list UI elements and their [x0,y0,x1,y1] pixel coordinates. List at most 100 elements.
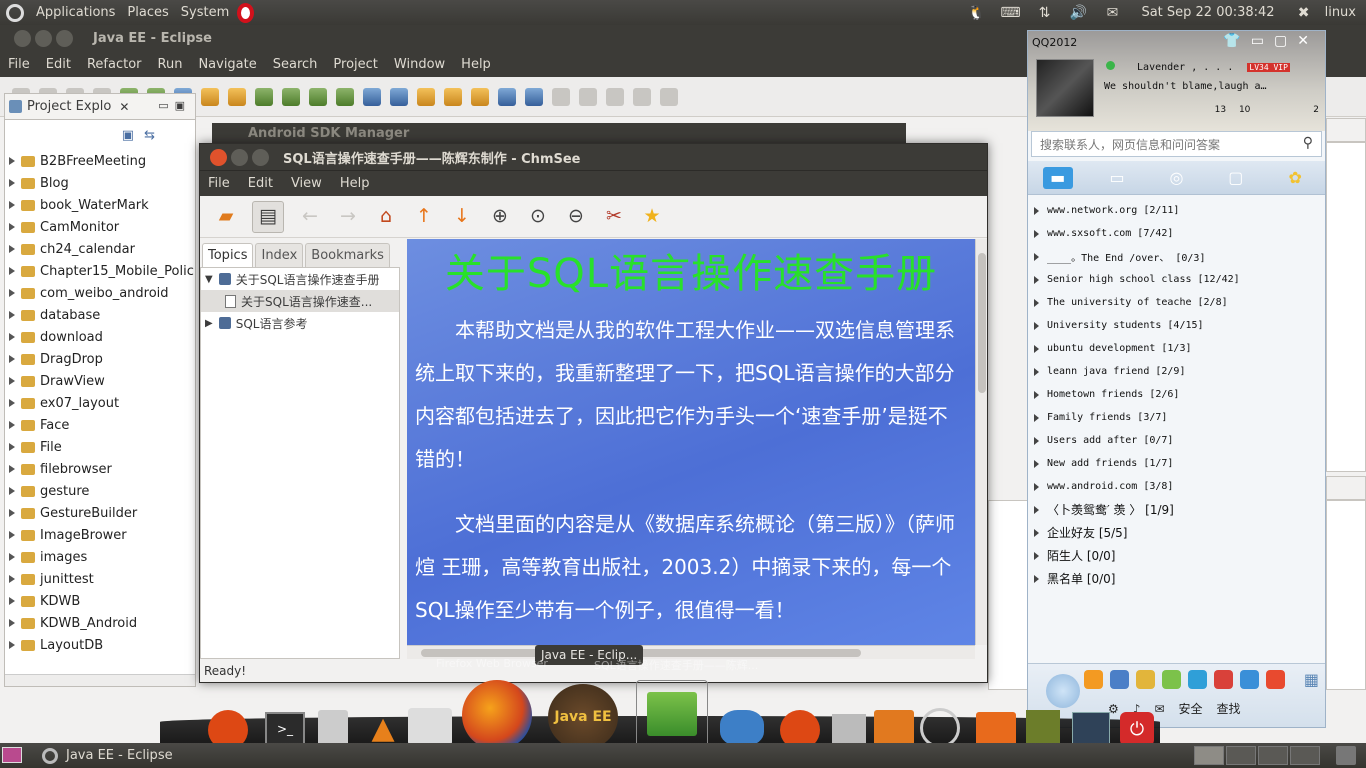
user-name[interactable]: linux [1321,5,1366,20]
expand-arrow-icon[interactable] [9,355,15,363]
expand-arrow-icon[interactable] [9,311,15,319]
run-icon[interactable] [309,87,327,106]
expander-closed-icon[interactable]: ▶ [205,318,213,329]
expand-arrow-icon[interactable] [1034,551,1039,560]
firefox-icon[interactable] [462,680,532,750]
expand-arrow-icon[interactable] [1034,505,1039,514]
qq-window-controls[interactable]: 👕▭▢✕ [1223,33,1319,49]
expand-arrow-icon[interactable] [9,289,15,297]
menu-system[interactable]: System [175,5,235,20]
keyboard-icon[interactable]: ⌨ [993,5,1027,21]
home-icon[interactable]: ⌂ [374,206,398,228]
app-icon[interactable] [1214,670,1233,689]
mail-icon[interactable]: ✉ [1095,5,1129,21]
eclipse-minimize-button[interactable] [35,29,52,47]
photo-icon[interactable] [1026,710,1060,746]
tree-item-selected[interactable]: 关于SQL语言操作速查... [201,290,399,312]
new-project-icon[interactable] [201,87,219,106]
contact-group[interactable]: 企业好友 [5/5] [1028,521,1325,544]
project-tree-item[interactable]: images [5,546,195,568]
chmsee-menu-help[interactable]: Help [332,176,380,191]
eclipse-menu-edit[interactable]: Edit [38,57,79,72]
chmsee-menu-view[interactable]: View [283,176,332,191]
project-tree-item[interactable]: DrawView [5,370,195,392]
expand-arrow-icon[interactable] [1034,482,1039,491]
power-user-icon[interactable]: ✖ [1287,5,1321,21]
chmsee-menu-file[interactable]: File [200,176,240,191]
eclipse-menu-help[interactable]: Help [453,57,499,72]
project-tree-item[interactable]: filebrowser [5,458,195,480]
expand-arrow-icon[interactable] [9,333,15,341]
chmsee-title-bar[interactable]: SQL语言操作速查手册——陈辉东制作 - ChmSee [200,144,987,170]
project-tree-item[interactable]: KDWB [5,590,195,612]
project-tree-item[interactable]: Face [5,414,195,436]
last-edit-icon[interactable] [606,87,624,106]
expand-arrow-icon[interactable] [1034,390,1039,399]
network-icon[interactable]: ⇅ [1027,5,1061,21]
toggle-sidebar-icon[interactable]: ▤ [252,200,284,233]
project-tree-item[interactable]: File [5,436,195,458]
tab-bookmarks[interactable]: Bookmarks [305,243,390,267]
project-tree-item[interactable]: ch24_calendar [5,238,195,260]
expand-arrow-icon[interactable] [9,575,15,583]
eclipse-menu-refactor[interactable]: Refactor [79,57,150,72]
workspace-1[interactable] [1194,746,1224,765]
contact-group[interactable]: www.android.com [3/8] [1028,475,1325,498]
clock[interactable]: Sat Sep 22 00:38:42 [1129,5,1286,20]
expand-arrow-icon[interactable] [9,443,15,451]
power-icon[interactable]: ⏻ [1120,712,1154,746]
expand-arrow-icon[interactable] [9,641,15,649]
expand-arrow-icon[interactable] [1034,459,1039,468]
tree-item-sql-reference[interactable]: ▶ SQL语言参考 [201,312,399,334]
contact-group[interactable]: 陌生人 [0/0] [1028,544,1325,567]
app-grid-icon[interactable]: ▦ [1304,670,1319,689]
contact-group[interactable]: The university of teache [2/8] [1028,291,1325,314]
expand-arrow-icon[interactable] [1034,367,1039,376]
project-tree-item[interactable]: CamMonitor [5,216,195,238]
expand-arrow-icon[interactable] [9,267,15,275]
files-icon[interactable] [874,710,914,746]
console-view-minmax[interactable] [1326,476,1366,500]
expand-arrow-icon[interactable] [9,465,15,473]
eclipse-menu-navigate[interactable]: Navigate [190,57,264,72]
preferences-tools-icon[interactable]: ✂ [602,206,626,228]
contact-group[interactable]: Hometown friends [2/6] [1028,383,1325,406]
project-tree-item[interactable]: book_WaterMark [5,194,195,216]
project-tree-item[interactable]: Chapter15_Mobile_Polic [5,260,195,282]
collapse-all-icon[interactable]: ▣ [122,128,134,143]
workspace-3[interactable] [1258,746,1288,765]
project-tree-item[interactable]: ImageBrower [5,524,195,546]
qq-stat-1[interactable]: 13 [1215,105,1226,115]
project-tree-item[interactable]: KDWB_Android [5,612,195,634]
qq-find-button[interactable]: 查找 [1217,700,1241,717]
contact-group[interactable]: 〈卜羡鸳鸯′ 羡 〉 [1/9] [1028,498,1325,521]
tab-topics[interactable]: Topics [202,243,254,267]
eclipse-maximize-button[interactable] [56,29,73,47]
expand-arrow-icon[interactable] [1034,344,1039,353]
open-folder-icon[interactable] [417,87,435,106]
next-annotation-icon[interactable] [552,87,570,106]
opera-launcher-icon[interactable] [237,2,255,23]
expand-arrow-icon[interactable] [9,245,15,253]
expand-arrow-icon[interactable] [9,487,15,495]
chmsee-menu-edit[interactable]: Edit [240,176,283,191]
qq-search-input[interactable]: 搜索联系人，网页信息和问问答案 ⚲ [1031,131,1322,157]
expand-arrow-icon[interactable] [1034,298,1039,307]
contact-group[interactable]: New add friends [1/7] [1028,452,1325,475]
expand-arrow-icon[interactable] [9,201,15,209]
eclipse-menu-run[interactable]: Run [150,57,191,72]
tab-index[interactable]: Index [255,243,304,267]
expand-arrow-icon[interactable] [9,531,15,539]
contact-group[interactable]: Senior high school class [12/42] [1028,268,1325,291]
tree-item-root[interactable]: ▼ 关于SQL语言操作速查手册 [201,268,399,290]
down-arrow-icon[interactable]: ↓ [450,206,474,228]
outline-view-minmax[interactable] [1326,118,1366,142]
workspace-2[interactable] [1226,746,1256,765]
app-icon[interactable] [1266,670,1285,689]
chmsee-close-button[interactable] [210,148,227,166]
expand-arrow-icon[interactable] [1034,436,1039,445]
new-class-icon[interactable] [228,87,246,106]
chmsee-maximize-button[interactable] [252,148,269,166]
menu-places[interactable]: Places [121,5,174,20]
mail-client-icon[interactable] [408,708,452,746]
